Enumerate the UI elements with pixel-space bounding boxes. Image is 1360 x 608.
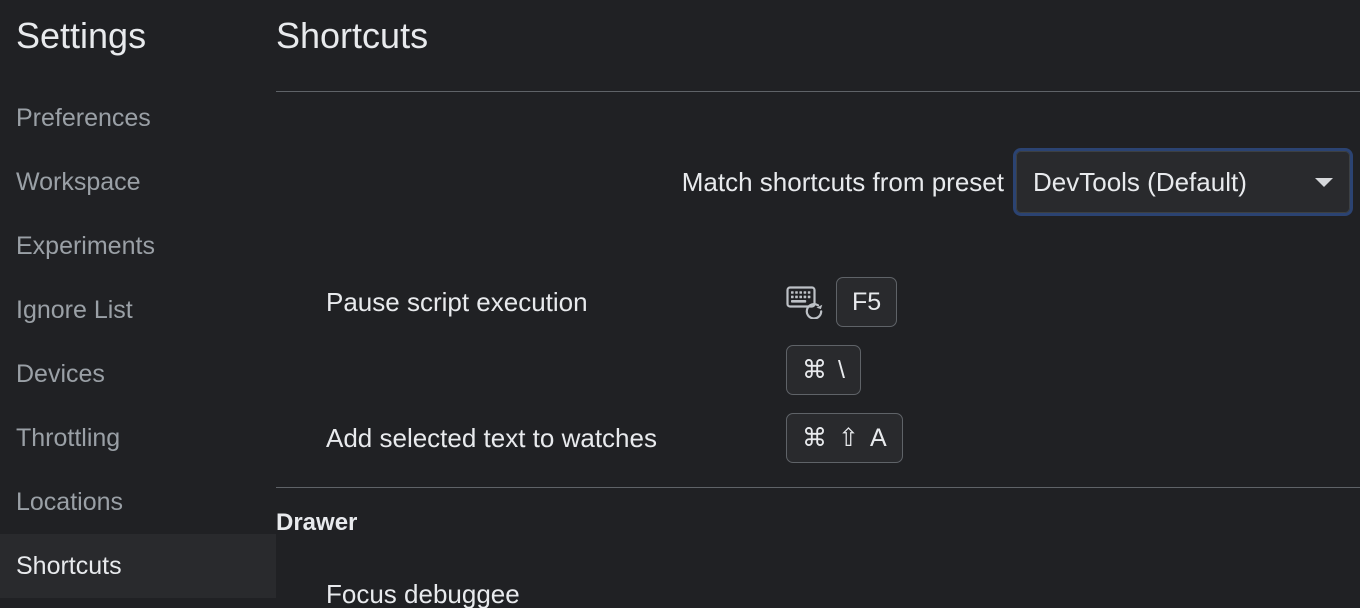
sidebar-item-label: Shortcuts xyxy=(16,551,122,580)
sidebar-nav-list: Preferences Workspace Experiments Ignore… xyxy=(0,86,276,598)
sidebar-item-label: Devices xyxy=(16,359,105,388)
sidebar-item-label: Ignore List xyxy=(16,295,133,324)
section-divider xyxy=(276,487,1360,488)
shortcut-label: Focus debuggee xyxy=(326,578,520,608)
key-token-command: ⌘ xyxy=(802,423,827,452)
shortcut-keys: ⌘ \ xyxy=(786,345,861,395)
sidebar-item-label: Experiments xyxy=(16,231,155,260)
chevron-down-icon xyxy=(1315,177,1333,187)
keyboard-reset-icon[interactable] xyxy=(786,285,824,320)
section-header-drawer: Drawer xyxy=(276,509,358,536)
sidebar-item-experiments[interactable]: Experiments xyxy=(0,214,276,278)
sidebar-item-ignore-list[interactable]: Ignore List xyxy=(0,278,276,342)
shortcut-key-chip[interactable]: ⌘ ⇧ A xyxy=(786,413,903,463)
shortcuts-panel: Shortcuts Match shortcuts from preset De… xyxy=(276,0,1360,608)
sidebar-item-label: Locations xyxy=(16,487,124,516)
sidebar-item-throttling[interactable]: Throttling xyxy=(0,406,276,470)
preset-row: Match shortcuts from preset DevTools (De… xyxy=(276,148,1353,216)
shortcut-row: ⌘ \ xyxy=(276,336,1360,404)
preset-select-value: DevTools (Default) xyxy=(1033,166,1247,197)
shortcut-keys: F5 xyxy=(786,277,898,327)
settings-window: Settings Preferences Workspace Experimen… xyxy=(0,0,1360,608)
sidebar-item-devices[interactable]: Devices xyxy=(0,342,276,406)
shortcut-row: Add selected text to watches ⌘ ⇧ A xyxy=(276,404,1360,472)
sidebar-item-shortcuts[interactable]: Shortcuts xyxy=(0,534,276,598)
sidebar-item-workspace[interactable]: Workspace xyxy=(0,150,276,214)
sidebar-item-preferences[interactable]: Preferences xyxy=(0,86,276,150)
shortcut-row-list: Pause script execution F5 ⌘ \ Add select… xyxy=(276,268,1360,472)
sidebar-item-label: Workspace xyxy=(16,167,141,196)
header-divider xyxy=(276,91,1360,92)
shortcut-key-chip[interactable]: F5 xyxy=(836,277,898,327)
page-title: Shortcuts xyxy=(276,15,429,56)
key-token-shift: ⇧ xyxy=(838,423,859,452)
sidebar-item-label: Throttling xyxy=(16,423,121,452)
key-token-command: ⌘ xyxy=(802,355,827,384)
preset-select[interactable]: DevTools (Default) xyxy=(1013,148,1353,216)
sidebar-item-locations[interactable]: Locations xyxy=(0,470,276,534)
shortcut-row: Focus debuggee xyxy=(276,560,1360,608)
key-token: \ xyxy=(838,355,845,384)
key-token: F5 xyxy=(852,287,882,316)
settings-title: Settings xyxy=(16,15,147,56)
shortcut-keys: ⌘ ⇧ A xyxy=(786,413,903,463)
preset-label: Match shortcuts from preset xyxy=(681,166,1004,197)
shortcut-label: Add selected text to watches xyxy=(326,422,657,453)
key-token: A xyxy=(869,423,887,452)
settings-sidebar: Settings Preferences Workspace Experimen… xyxy=(0,0,276,608)
shortcut-key-chip[interactable]: ⌘ \ xyxy=(786,345,861,395)
drawer-row-list: Focus debuggee xyxy=(276,560,1360,608)
sidebar-item-label: Preferences xyxy=(16,103,151,132)
shortcut-label: Pause script execution xyxy=(326,286,588,317)
shortcut-row: Pause script execution F5 xyxy=(276,268,1360,336)
